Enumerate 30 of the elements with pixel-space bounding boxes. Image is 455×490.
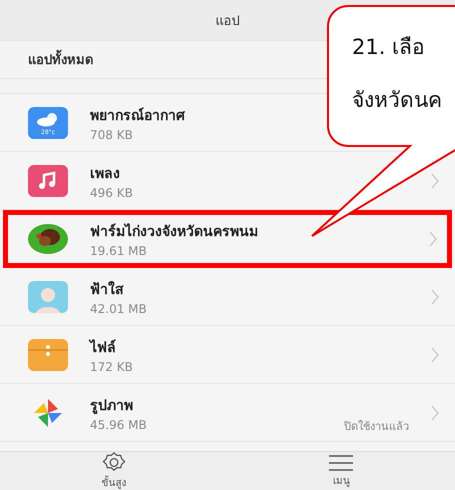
app-row[interactable]: ฟาร์มไก่งวงจังหวัดนครพนม 19.61 MB	[3, 210, 452, 268]
app-status: ปิดใช้งานแล้ว	[344, 419, 409, 435]
app-size: 42.01 MB	[90, 302, 148, 316]
app-name: ไฟล์	[90, 338, 117, 358]
chevron-icon	[431, 288, 439, 304]
chevron-icon	[431, 346, 439, 362]
app-name: พยากรณ์อากาศ	[90, 106, 186, 126]
chevron-icon	[429, 231, 437, 247]
app-size: 496 KB	[90, 186, 134, 200]
turkey-icon	[28, 223, 68, 255]
app-name: ฟ้าใส	[90, 280, 125, 300]
app-size: 19.61 MB	[90, 244, 148, 258]
callout-text: 21. เลือ	[352, 34, 426, 61]
chevron-icon	[431, 172, 439, 188]
music-note-icon	[28, 164, 68, 196]
app-name: ฟาร์มไก่งวงจังหวัดนครพนม	[90, 222, 259, 242]
app-size: 172 KB	[90, 360, 134, 374]
app-size: 45.96 MB	[90, 418, 148, 432]
avatar-icon	[28, 280, 68, 312]
chevron-icon	[431, 404, 439, 420]
settings-icon	[102, 452, 126, 473]
nav-button[interactable]: ขั้นสูง	[0, 452, 228, 490]
nav-button[interactable]: เมนู	[228, 452, 455, 490]
app-name: เพลง	[90, 164, 121, 184]
menu-icon	[329, 454, 354, 470]
app-size: 708 KB	[90, 128, 134, 142]
page-title: แอป	[216, 12, 240, 30]
toolbox-icon	[28, 338, 68, 370]
app-name: รูปภาพ	[90, 396, 134, 416]
section-title: แอปทั้งหมด	[28, 49, 93, 70]
